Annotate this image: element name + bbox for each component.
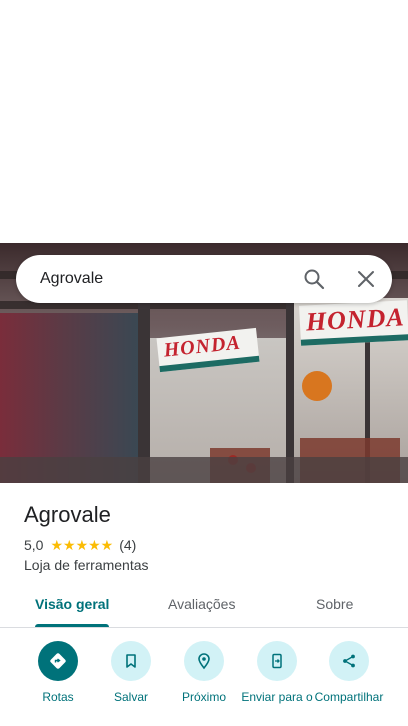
tab-bar: Visão geral Avaliações Sobre xyxy=(0,585,408,628)
tab-about[interactable]: Sobre xyxy=(316,596,353,612)
nearby-pin-icon xyxy=(184,641,224,681)
tab-reviews[interactable]: Avaliações xyxy=(168,596,235,612)
share-icon xyxy=(329,641,369,681)
send-to-device-button[interactable]: Enviar para o xyxy=(237,641,317,705)
map-blank-area xyxy=(0,0,408,243)
search-icon[interactable] xyxy=(303,268,325,290)
nearby-button[interactable]: Próximo xyxy=(164,641,244,705)
sign-text: HONDA xyxy=(305,302,406,337)
share-button[interactable]: Compartilhar xyxy=(309,641,389,705)
rating-value: 5,0 xyxy=(24,537,44,553)
send-label: Enviar para o xyxy=(241,690,313,704)
routes-label: Rotas xyxy=(42,690,74,704)
send-to-phone-icon xyxy=(257,641,297,681)
honda-sign-right: HONDA xyxy=(299,300,408,346)
share-label: Compartilhar xyxy=(314,690,384,704)
search-input[interactable]: Agrovale xyxy=(40,270,103,288)
save-label: Salvar xyxy=(113,690,148,704)
close-icon[interactable] xyxy=(355,268,377,290)
review-count: (4) xyxy=(119,537,137,553)
routes-button[interactable]: Rotas xyxy=(18,641,98,705)
tab-indicator xyxy=(35,624,109,627)
save-button[interactable]: Salvar xyxy=(91,641,171,705)
photo-pillar xyxy=(138,303,150,483)
photo-floor xyxy=(0,457,408,483)
place-title: Agrovale xyxy=(24,502,111,527)
photo-pillar xyxy=(286,293,294,483)
search-bar[interactable]: Agrovale xyxy=(16,255,392,303)
tab-overview[interactable]: Visão geral xyxy=(35,596,109,612)
rating-row[interactable]: 5,0 ★★★★★ (4) xyxy=(24,536,136,554)
bookmark-icon xyxy=(111,641,151,681)
star-rating-icon: ★★★★★ xyxy=(50,536,114,553)
nearby-label: Próximo xyxy=(181,690,226,704)
photo-poster xyxy=(302,371,332,401)
action-bar: Rotas Salvar Próximo Enviar para o Compa… xyxy=(0,641,408,726)
directions-icon xyxy=(38,641,78,681)
sign-text: HONDA xyxy=(162,331,242,362)
place-category: Loja de ferramentas xyxy=(24,557,149,573)
